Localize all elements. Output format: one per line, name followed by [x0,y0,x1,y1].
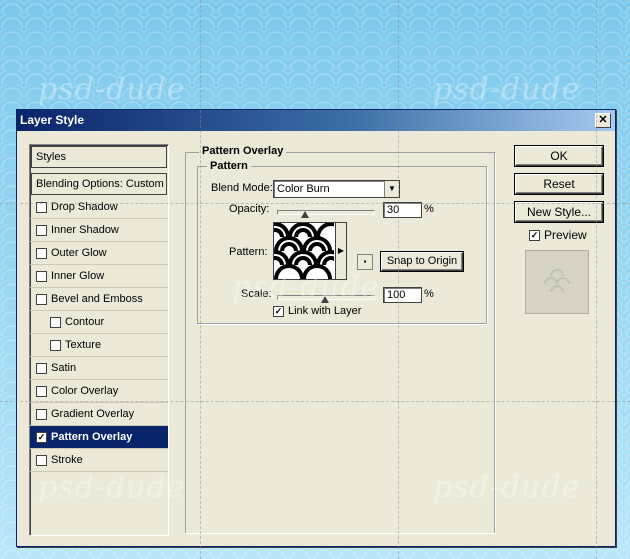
style-item-label: Satin [51,362,77,374]
close-button[interactable]: ✕ [595,113,611,128]
blend-mode-label: Blend Mode: [211,182,273,194]
opacity-slider[interactable] [277,210,375,215]
style-item-label: Stroke [51,454,83,466]
scale-unit: % [424,288,434,300]
style-item-label: Pattern Overlay [51,431,133,443]
style-preview [525,250,589,314]
style-item-gradient-overlay[interactable]: Gradient Overlay [30,403,168,426]
preview-checkbox[interactable]: ✓ Preview [529,228,587,242]
checkbox-icon[interactable]: ✓ [36,431,47,443]
styles-header[interactable]: Styles [31,146,167,168]
style-item-label: Inner Shadow [51,224,119,236]
style-item-satin[interactable]: Satin [30,357,168,380]
scale-slider-handle[interactable] [321,296,329,303]
style-item-label: Contour [65,316,105,328]
checkbox-icon[interactable] [36,201,47,213]
watermark-top-left: psd-dude [38,72,186,107]
opacity-unit: % [424,203,434,215]
style-item-contour[interactable]: Contour [30,311,168,334]
preview-label: Preview [544,228,587,242]
opacity-input[interactable]: 30 [383,202,422,218]
pattern-picker[interactable]: ▶ [273,222,347,280]
reset-button[interactable]: Reset [515,174,603,194]
style-item-texture[interactable]: Texture [30,334,168,357]
checkbox-icon[interactable] [36,224,47,236]
checkbox-icon[interactable] [50,316,61,328]
checkbox-icon[interactable] [36,247,47,259]
opacity-slider-handle[interactable] [301,211,309,218]
opacity-label: Opacity: [229,203,270,215]
new-style-button[interactable]: New Style... [515,202,603,222]
checkbox-icon[interactable] [36,385,47,397]
checkbox-icon[interactable] [36,293,47,305]
style-item-label: Color Overlay [51,385,119,397]
link-with-layer-checkbox[interactable]: ✓ Link with Layer [273,305,361,317]
style-item-inner-glow[interactable]: Inner Glow [30,265,168,288]
style-item-label: Drop Shadow [51,201,118,213]
style-item-label: Texture [65,339,102,351]
snap-to-origin-button[interactable]: Snap to Origin [381,252,463,271]
style-item-label: Inner Glow [51,270,105,282]
pattern-swatch-icon [274,223,346,279]
style-items: Drop Shadow Inner Shadow Outer Glow Inner G… [30,196,168,472]
section-title: Pattern Overlay [199,145,287,157]
style-item-color-overlay[interactable]: Color Overlay [30,380,168,403]
link-with-layer-label: Link with Layer [288,305,362,317]
blend-mode-value: Color Burn [277,183,330,195]
scale-input[interactable]: 100 [383,287,422,303]
new-preset-icon[interactable]: ▪ [357,254,373,270]
checkbox-icon[interactable] [50,339,61,351]
checkbox-icon[interactable] [36,270,47,282]
style-item-bevel-and-emboss[interactable]: Bevel and Emboss [30,288,168,311]
style-item-label: Bevel and Emboss [51,293,143,305]
checkbox-icon[interactable] [36,362,47,374]
scale-label: Scale: [241,288,272,300]
style-item-pattern-overlay[interactable]: ✓ Pattern Overlay [30,426,168,449]
checkbox-icon[interactable]: ✓ [273,305,284,317]
checkbox-icon[interactable] [36,454,47,466]
checkbox-icon[interactable]: ✓ [529,229,540,241]
blending-options-item[interactable]: Blending Options: Custom [31,173,167,195]
pattern-label: Pattern: [229,246,268,258]
watermark-top-right: psd-dude [433,72,581,107]
checkbox-icon[interactable] [36,408,47,420]
pattern-overlay-panel: Pattern Overlay Pattern Blend Mode: Colo… [185,144,495,534]
chevron-down-icon[interactable]: ▼ [384,181,399,197]
style-item-label: Outer Glow [51,247,107,259]
group-title: Pattern [207,160,251,172]
blend-mode-select[interactable]: Color Burn ▼ [273,180,400,198]
style-item-drop-shadow[interactable]: Drop Shadow [30,196,168,219]
style-item-outer-glow[interactable]: Outer Glow [30,242,168,265]
chevron-down-icon[interactable]: ▶ [335,223,346,279]
style-item-stroke[interactable]: Stroke [30,449,168,472]
style-item-inner-shadow[interactable]: Inner Shadow [30,219,168,242]
layer-style-dialog: Layer Style ✕ Styles Blending Options: C… [16,109,616,547]
styles-list: Styles Blending Options: Custom Drop Sha… [29,144,169,536]
ok-button[interactable]: OK [515,146,603,166]
style-item-label: Gradient Overlay [51,408,135,420]
window-title: Layer Style [20,113,85,127]
title-bar[interactable]: Layer Style ✕ [17,110,615,131]
preview-thumbnail-icon [544,269,570,293]
